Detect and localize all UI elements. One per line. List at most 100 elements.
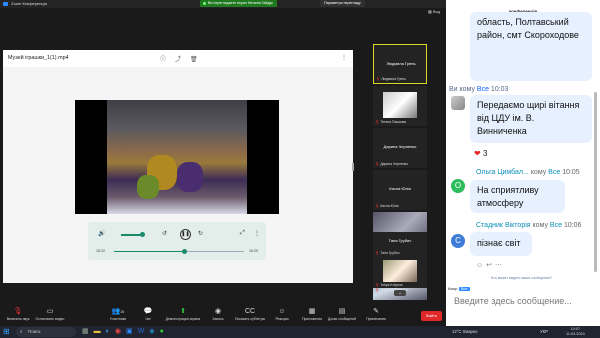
participant-label-text: Yuliya.Kotyeva: [380, 283, 403, 287]
more-icon[interactable]: ⋮: [341, 54, 347, 61]
participant-tile[interactable]: 🎙Yuliya.Kotyeva: [373, 258, 427, 288]
volume-knob[interactable]: [140, 232, 145, 237]
chat-input[interactable]: Введите здесь сообщение...: [454, 296, 572, 306]
trash-icon[interactable]: 🗑: [190, 57, 207, 63]
participant-video: [383, 92, 417, 118]
toy-shape: [177, 162, 203, 192]
participant-tile[interactable]: 🎙Тетяна Пашкова: [373, 86, 427, 126]
message-time: 10:05: [562, 169, 580, 176]
chat-button[interactable]: 💬 Чат: [130, 307, 166, 322]
time-row: 15:22 16:29: [96, 249, 258, 255]
view-button[interactable]: ▦ Вид: [428, 9, 440, 14]
video-frame[interactable]: [75, 100, 279, 214]
meta-prefix: кому: [530, 169, 547, 176]
meta-prefix: Ви кому: [449, 86, 475, 93]
notes-button[interactable]: ✎ Примечания: [358, 307, 394, 322]
reaction-count: 3: [482, 149, 488, 158]
taskbar-search[interactable]: ⌕ Поиск: [16, 327, 76, 337]
chevron-down-icon[interactable]: ⌄: [394, 290, 406, 296]
volume-icon[interactable]: 🔊: [98, 230, 105, 237]
pause-button[interactable]: ❚❚: [180, 229, 191, 240]
info-icon[interactable]: ⓘ: [160, 57, 175, 63]
app-icon[interactable]: ◆: [149, 328, 159, 335]
participant-tile[interactable]: Дарина Черненко 🎙Дарина Черненко: [373, 128, 427, 168]
total-time: 16:29: [249, 249, 258, 253]
meta-to: Все: [549, 222, 562, 229]
avatar: О: [451, 179, 465, 193]
clock[interactable]: 10:07 11.04.2024: [566, 327, 585, 337]
mic-muted-icon: 🎙: [375, 251, 380, 255]
edge-icon[interactable]: ◐: [106, 328, 115, 335]
record-button[interactable]: ◉ Запись: [200, 307, 236, 322]
participant-tile[interactable]: Таня Грубич 🎙Таня Грубич: [373, 232, 427, 256]
video-image: [107, 100, 247, 214]
more-icon[interactable]: ⋯: [495, 262, 505, 269]
zoom-icon[interactable]: ▣: [126, 328, 138, 335]
message-time: 10:03: [490, 86, 509, 93]
share-banner-text: Ви переглядаєте екран Наталія Гайдук: [208, 1, 273, 5]
reaction-badge[interactable]: ❤ 3: [474, 149, 487, 158]
emoji-icon[interactable]: ☺: [476, 262, 486, 269]
forward-icon[interactable]: ↻: [198, 230, 203, 237]
participant-label-text: Тетяна Пашкова: [380, 120, 407, 124]
fullscreen-icon[interactable]: ⤢: [240, 230, 245, 237]
participant-label-text: Дарина Черненко: [380, 162, 409, 166]
leave-button[interactable]: Выйти: [421, 311, 442, 321]
participant-label: 🎙Людмила Грень: [376, 77, 406, 81]
captions-button[interactable]: CC Показать субтитры: [232, 307, 268, 322]
whiteboard-button[interactable]: ▤ Доски сообщений: [324, 307, 360, 322]
who-can-see-link[interactable]: Кто может видеть ваши сообщения?: [491, 276, 552, 280]
chat-scrollbar[interactable]: [594, 92, 597, 272]
search-label: Поиск: [28, 329, 41, 334]
participant-strip: Людмила Грень 🎙Людмила Грень 🎙Тетяна Паш…: [373, 44, 427, 300]
view-options-button[interactable]: Параметри перегляду: [320, 0, 365, 7]
participant-tile[interactable]: Кисла Юлія 🎙Кисла Юлія: [373, 170, 427, 210]
share-screen-button[interactable]: ⬆ Демонстрация экрана: [165, 307, 201, 322]
toolbar-label: Включить звук: [6, 317, 30, 321]
toolbar-label: Демонстрация экрана: [165, 317, 201, 321]
avatar: [451, 96, 465, 110]
seek-progress: [114, 251, 185, 252]
toolbar-label: Запись: [212, 317, 224, 321]
clock-date: 11.04.2024: [566, 332, 585, 336]
participant-label-text: Людмила Грень: [381, 77, 407, 81]
chat-panel: конференція область, Полтавський район, …: [446, 0, 600, 326]
seek-knob[interactable]: [182, 249, 188, 254]
unmute-button[interactable]: 🎙 Включить звук: [0, 307, 36, 322]
weather-widget[interactable]: 12°C Хмарно: [452, 327, 478, 337]
participant-tile[interactable]: Людмила Грень 🎙Людмила Грень: [373, 44, 427, 84]
app-icon[interactable]: ●: [160, 328, 169, 335]
windows-start-icon[interactable]: ⊞: [3, 328, 11, 336]
heart-icon: ❤: [474, 149, 481, 158]
chrome-icon[interactable]: ◉: [115, 328, 126, 335]
participant-name: Таня Грубич: [388, 238, 412, 243]
mic-muted-icon: 🎙: [375, 120, 380, 124]
toy-shape: [137, 175, 159, 199]
window-title: Zoom Конференція: [11, 1, 47, 6]
share-alt-icon[interactable]: ⤴: [175, 57, 190, 63]
stop-video-button[interactable]: ▭ Остановить видео: [32, 307, 68, 322]
message-actions: ☺↩⋯: [476, 261, 505, 269]
folder-icon[interactable]: ▬: [94, 328, 106, 335]
language-indicator[interactable]: УКР: [540, 327, 548, 337]
shared-screen: Музей іграшки_1(1).mp4 ⓘ⤴🗑 ⋮ 🔊 ↺ ❚❚ ↻ ⤢ …: [3, 50, 353, 283]
notes-icon: ✎: [373, 308, 379, 315]
toolbar-label: Доски сообщений: [328, 317, 356, 321]
mic-muted-icon: 🎙: [375, 204, 380, 208]
participant-label: 🎙Таня Грубич: [375, 251, 400, 255]
more-options-icon[interactable]: ⋮: [254, 230, 260, 237]
reply-icon[interactable]: ↩: [486, 262, 495, 269]
message-meta: Ольга Цимбал... кому Все 10:05: [476, 169, 580, 176]
word-icon[interactable]: W: [138, 328, 150, 335]
recipient-select[interactable]: Все: [459, 287, 470, 291]
split-handle[interactable]: [352, 163, 354, 171]
chat-message: Передаємо щирі вітання від ЦДУ ім. В. Ви…: [470, 95, 592, 143]
participant-name: Людмила Грень: [386, 61, 416, 66]
app-icon[interactable]: ▦: [82, 328, 94, 335]
participant-label: 🎙Дарина Черненко: [375, 162, 408, 166]
player-controls: 🔊 ↺ ❚❚ ↻ ⤢ ⋮ 15:22 16:29: [88, 222, 266, 260]
participant-label: 🎙Yuliya.Kotyeva: [375, 283, 403, 287]
rewind-icon[interactable]: ↺: [162, 230, 167, 237]
participant-label-text: Таня Грубич: [380, 251, 400, 255]
meta-to: Все: [476, 86, 489, 93]
